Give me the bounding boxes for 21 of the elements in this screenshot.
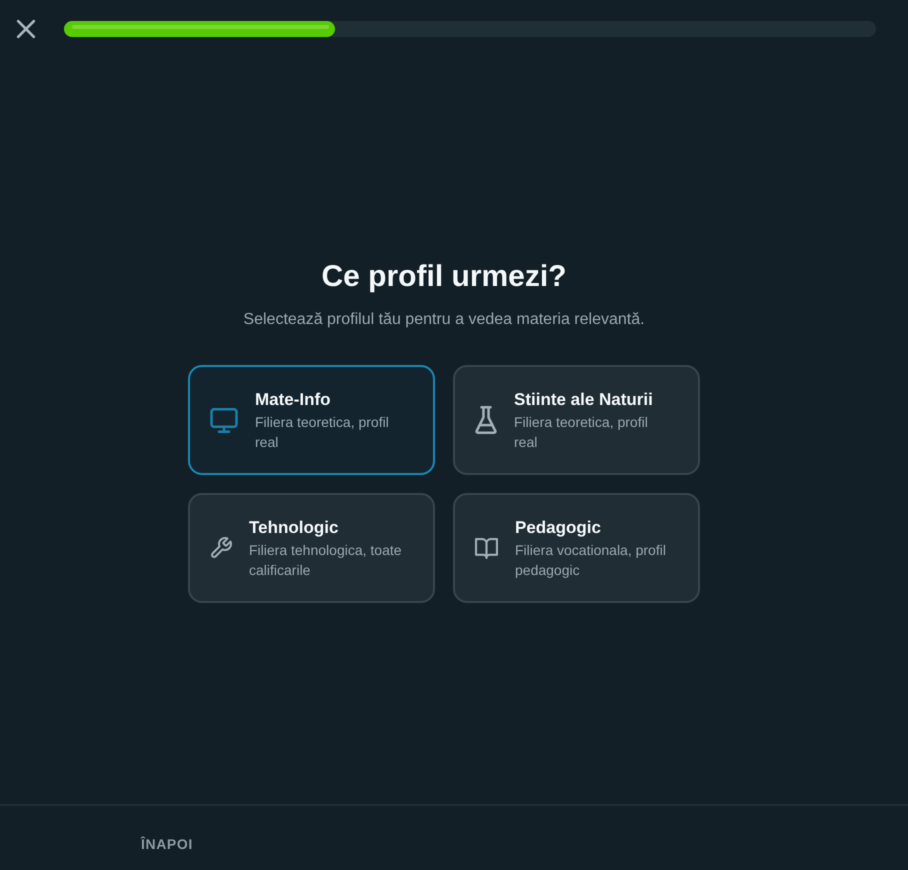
profile-description: Filiera teoretica, profil real [514, 412, 649, 452]
profile-card[interactable]: Stiinte ale Naturii Filiera teoretica, profil real [453, 365, 700, 475]
profile-card[interactable]: Mate-Info Filiera teoretica, profil real [188, 365, 435, 475]
flask-icon [475, 406, 497, 434]
profile-card[interactable]: Pedagogic Filiera vocationala, profil pedagogic [453, 493, 700, 603]
wrench-icon [210, 537, 232, 559]
close-icon [16, 19, 36, 39]
profile-card[interactable]: Tehnologic Filiera tehnologica, toate calificarile [188, 493, 435, 603]
profile-description: Filiera teoretica, profil real [255, 412, 390, 452]
profile-title: Pedagogic [515, 516, 602, 538]
monitor-icon [210, 408, 238, 432]
profile-description: Filiera tehnologica, toate calificarile [249, 540, 403, 580]
page-title: Ce profil urmezi? [321, 259, 567, 295]
close-button[interactable] [16, 19, 36, 39]
back-button[interactable]: ÎNAPOI [141, 831, 193, 857]
book-icon [475, 538, 498, 558]
profile-description: Filiera vocationala, profil pedagogic [515, 540, 667, 580]
profile-title: Stiinte ale Naturii [514, 388, 654, 410]
profile-title: Tehnologic [249, 516, 340, 538]
profile-title: Mate-Info [255, 388, 332, 410]
page-subtitle: Selectează profilul tău pentru a vedea materia relevantă. [243, 310, 645, 330]
